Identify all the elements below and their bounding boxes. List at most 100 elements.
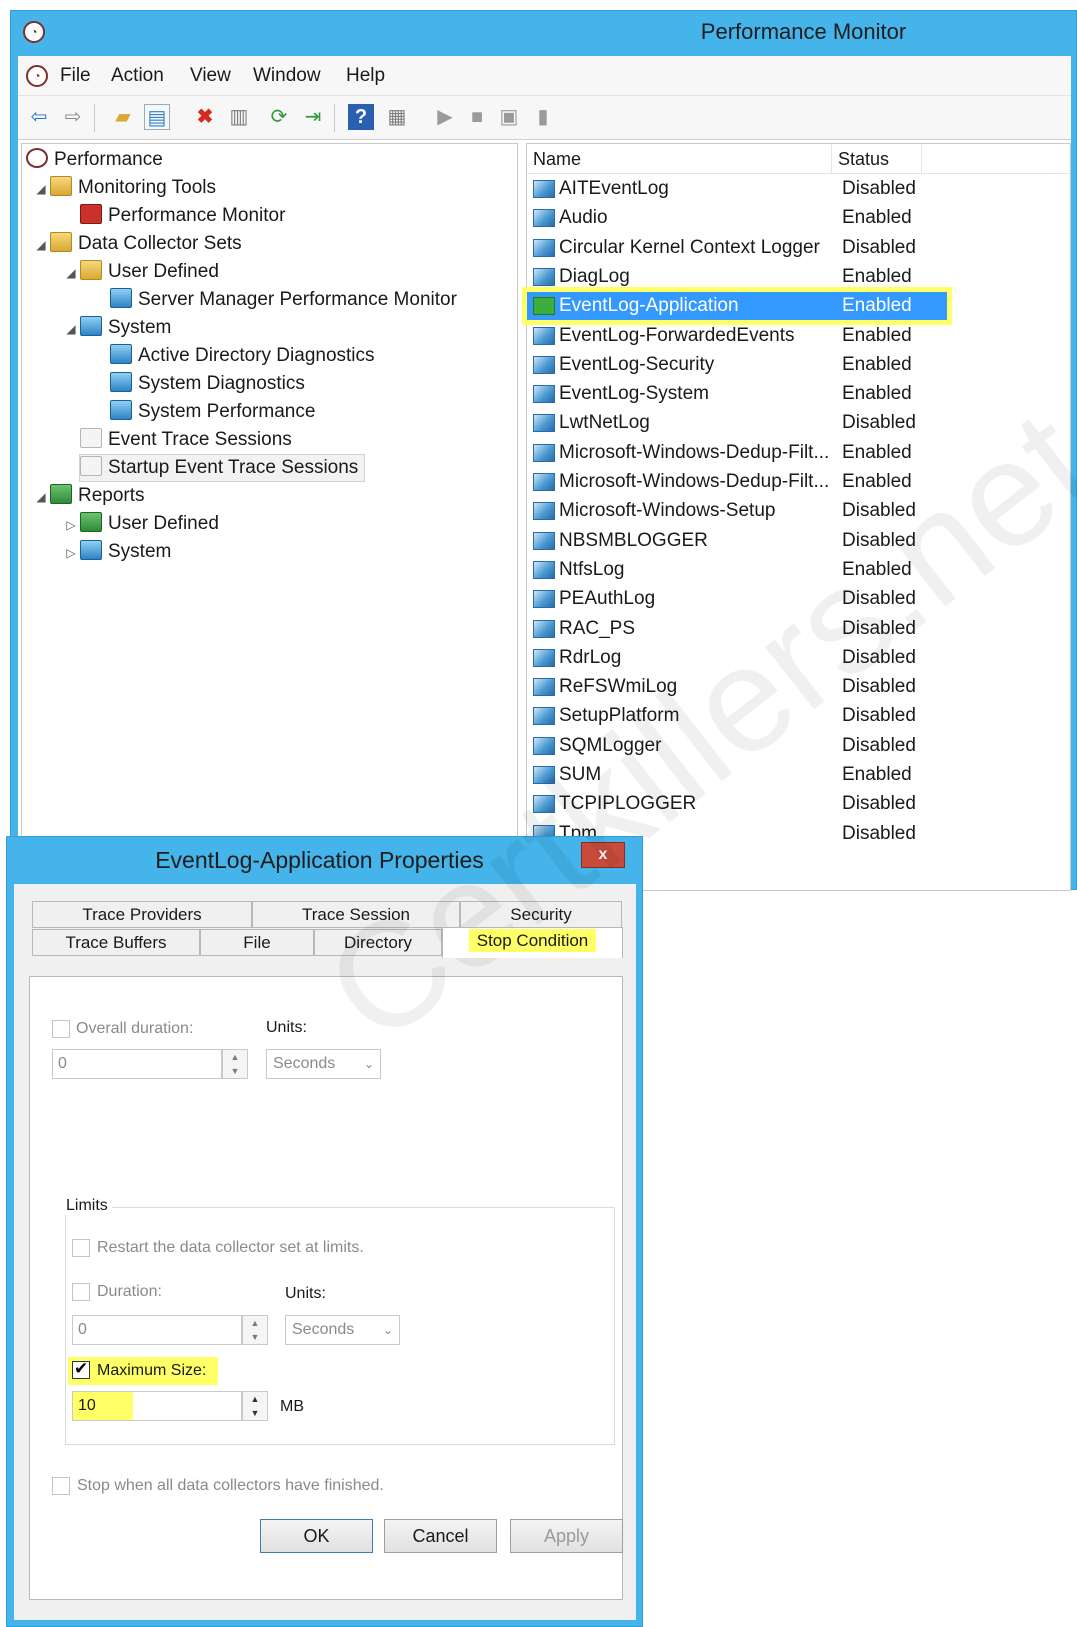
list-item[interactable]: Microsoft-Windows-Dedup-Filt... Enabled	[527, 468, 947, 496]
tree-node-system-diagnostics[interactable]: System Diagnostics	[110, 371, 305, 397]
menu-file[interactable]: File	[60, 65, 91, 87]
title-bar[interactable]: ◔ Performance Monitor	[11, 11, 1076, 56]
expand-arrow-icon[interactable]: ◢	[32, 176, 50, 202]
list-item[interactable]: RAC_PS Disabled	[527, 615, 947, 643]
apply-button[interactable]: Apply	[510, 1519, 623, 1553]
duration-input[interactable]: 0	[72, 1315, 242, 1345]
collapse-arrow-icon[interactable]: ▷	[62, 540, 80, 566]
list-item[interactable]: Microsoft-Windows-Dedup-Filt... Enabled	[527, 439, 947, 467]
delete-icon[interactable]: ✖	[192, 104, 218, 130]
column-header-status[interactable]: Status	[832, 144, 922, 174]
session-name: EventLog-ForwardedEvents	[559, 324, 795, 346]
list-item[interactable]: TCPIPLOGGER Disabled	[527, 790, 947, 818]
maximum-size-spinner[interactable]: ▲ ▼	[242, 1391, 268, 1421]
duration-units-select[interactable]: Seconds ⌄	[285, 1315, 400, 1345]
tree-node-system-performance[interactable]: System Performance	[110, 399, 315, 425]
session-status: Enabled	[842, 265, 912, 287]
expand-arrow-icon[interactable]: ◢	[32, 484, 50, 510]
duration-spinner[interactable]: ▲ ▼	[242, 1315, 268, 1345]
start-icon[interactable]: ▶	[432, 104, 458, 130]
tab-trace-providers[interactable]: Trace Providers	[32, 901, 252, 928]
tree-node-server-manager-performance-monitor[interactable]: Server Manager Performance Monitor	[110, 287, 457, 313]
tree-node-user-defined[interactable]: ◢ User Defined	[62, 259, 219, 285]
tab-security[interactable]: Security	[460, 901, 622, 928]
list-item[interactable]: NtfsLog Enabled	[527, 556, 947, 584]
list-item[interactable]: Microsoft-Windows-Setup Disabled	[527, 497, 947, 525]
list-item[interactable]: EventLog-Application Enabled	[527, 292, 947, 321]
stop-when-finished-checkbox[interactable]	[52, 1477, 70, 1495]
tree-node-reports-user-defined[interactable]: ▷ User Defined	[62, 511, 219, 537]
tree-node-startup-event-trace-sessions[interactable]: Startup Event Trace Sessions	[78, 454, 366, 482]
collapse-arrow-icon[interactable]: ▷	[62, 512, 80, 538]
list-item[interactable]: PEAuthLog Disabled	[527, 585, 947, 613]
list-item[interactable]: DiagLog Enabled	[527, 263, 947, 291]
duration-checkbox[interactable]	[72, 1283, 90, 1301]
column-header-name[interactable]: Name	[527, 144, 832, 174]
menu-view[interactable]: View	[190, 65, 231, 87]
list-item[interactable]: Circular Kernel Context Logger Disabled	[527, 234, 947, 262]
units-label: Units:	[266, 1019, 307, 1036]
latest-report-icon[interactable]: ▣	[496, 104, 522, 130]
list-item[interactable]: NBSMBLOGGER Disabled	[527, 527, 947, 555]
expand-arrow-icon[interactable]: ◢	[32, 232, 50, 258]
expand-arrow-icon[interactable]: ◢	[62, 316, 80, 342]
restart-at-limits-checkbox[interactable]	[72, 1239, 90, 1257]
tab-file[interactable]: File	[200, 929, 314, 956]
tab-trace-buffers[interactable]: Trace Buffers	[32, 929, 200, 956]
tree-node-active-directory-diagnostics[interactable]: Active Directory Diagnostics	[110, 343, 375, 369]
list-item[interactable]: Audio Enabled	[527, 204, 947, 232]
menu-action[interactable]: Action	[111, 65, 164, 87]
stop-icon[interactable]: ■	[464, 104, 490, 130]
session-status: Disabled	[842, 529, 916, 551]
overall-duration-input[interactable]: 0	[52, 1049, 222, 1079]
menu-window[interactable]: Window	[253, 65, 321, 87]
help-icon[interactable]: ?	[348, 104, 374, 130]
expand-arrow-icon[interactable]: ◢	[62, 260, 80, 286]
ok-button[interactable]: OK	[260, 1519, 373, 1553]
tab-directory[interactable]: Directory	[314, 929, 442, 956]
properties-icon[interactable]: ▥	[226, 104, 252, 130]
refresh-icon[interactable]: ⟳	[266, 104, 292, 130]
list-item[interactable]: SetupPlatform Disabled	[527, 702, 947, 730]
tree-node-performance-monitor[interactable]: Performance Monitor	[80, 203, 285, 229]
tree-node-performance[interactable]: Performance	[26, 147, 163, 173]
tree-node-system[interactable]: ◢ System	[62, 315, 171, 341]
trace-session-icon	[533, 531, 555, 550]
show-hide-action-pane-icon[interactable]: ▦	[384, 104, 410, 130]
maximum-size-checkbox[interactable]	[72, 1359, 90, 1379]
tree-node-reports-system[interactable]: ▷ System	[62, 539, 171, 565]
session-status: Disabled	[842, 617, 916, 639]
session-name: EventLog-Security	[559, 353, 715, 375]
list-item[interactable]: ReFSWmiLog Disabled	[527, 673, 947, 701]
list-item[interactable]: AITEventLog Disabled	[527, 175, 947, 203]
tree-node-reports[interactable]: ◢ Reports	[32, 483, 145, 509]
close-button[interactable]: x	[581, 842, 625, 868]
cancel-button[interactable]: Cancel	[384, 1519, 497, 1553]
list-item[interactable]: LwtNetLog Disabled	[527, 409, 947, 437]
forward-arrow-icon[interactable]: ⇨	[60, 104, 86, 130]
up-folder-icon[interactable]: ▰	[110, 104, 136, 130]
back-arrow-icon[interactable]: ⇦	[26, 104, 52, 130]
overall-duration-checkbox[interactable]	[52, 1020, 70, 1038]
tree-node-event-trace-sessions[interactable]: Event Trace Sessions	[80, 427, 292, 453]
tab-stop-condition[interactable]: Stop Condition	[442, 927, 623, 958]
tree-node-monitoring-tools[interactable]: ◢ Monitoring Tools	[32, 175, 216, 201]
list-item[interactable]: EventLog-ForwardedEvents Enabled	[527, 322, 947, 350]
overall-duration-units-select[interactable]: Seconds ⌄	[266, 1049, 381, 1079]
list-item[interactable]: SUM Enabled	[527, 761, 947, 789]
list-item[interactable]: SQMLogger Disabled	[527, 732, 947, 760]
data-collector-set-icon	[110, 288, 132, 308]
template-icon[interactable]: ▮	[530, 104, 556, 130]
maximum-size-input[interactable]: 10	[72, 1391, 242, 1421]
session-status: Enabled	[842, 471, 912, 492]
menu-help[interactable]: Help	[346, 65, 385, 87]
list-item[interactable]: EventLog-Security Enabled	[527, 351, 947, 379]
list-item[interactable]: EventLog-System Enabled	[527, 380, 947, 408]
tab-trace-session[interactable]: Trace Session	[252, 901, 460, 928]
tree-node-data-collector-sets[interactable]: ◢ Data Collector Sets	[32, 231, 242, 257]
overall-duration-spinner[interactable]: ▲ ▼	[222, 1049, 248, 1079]
show-hide-tree-icon[interactable]: ▤	[144, 104, 170, 130]
list-item[interactable]: RdrLog Disabled	[527, 644, 947, 672]
export-list-icon[interactable]: ⇥	[300, 104, 326, 130]
system-menu-icon[interactable]: ◔	[26, 65, 48, 87]
